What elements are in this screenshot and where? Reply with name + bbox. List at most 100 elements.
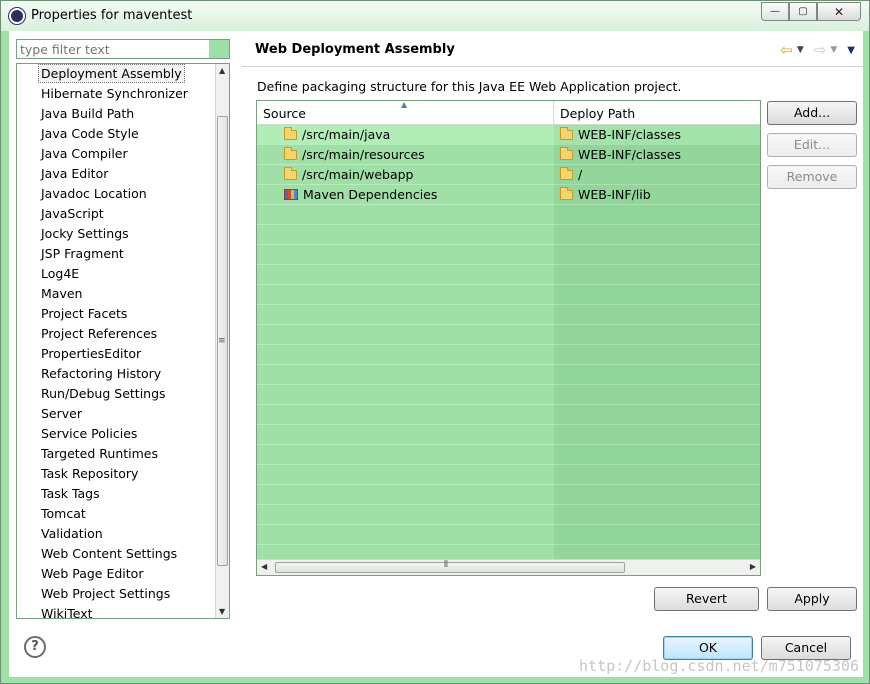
column-header-deploy-path[interactable]: Deploy Path	[554, 101, 760, 124]
folder-icon	[560, 127, 573, 140]
tree-item[interactable]: Java Code Style	[17, 124, 216, 144]
tree-item[interactable]: Run/Debug Settings	[17, 384, 216, 404]
sort-ascending-icon: ▲	[401, 100, 408, 109]
title-bar[interactable]: Properties for maventest — ▢ ✕	[1, 1, 869, 31]
remove-button[interactable]: Remove	[767, 165, 857, 189]
empty-table-row	[257, 285, 760, 305]
tree-item[interactable]: Maven	[17, 284, 216, 304]
scroll-down-arrow-icon[interactable]: ▼	[219, 607, 225, 616]
table-row[interactable]: /src/main/webapp /	[257, 165, 760, 185]
table-row[interactable]: Maven Dependencies WEB-INF/lib	[257, 185, 760, 205]
minimize-button[interactable]: —	[761, 2, 789, 21]
folder-icon	[284, 127, 297, 140]
assembly-table: Source ▲ Deploy Path /src/main/java WEB-I…	[256, 100, 761, 576]
deploy-path-cell	[554, 445, 760, 465]
source-cell	[257, 505, 554, 525]
filter-field[interactable]	[16, 39, 230, 59]
edit-button[interactable]: Edit...	[767, 133, 857, 157]
source-cell: /src/main/webapp	[257, 165, 554, 185]
tree-item[interactable]: Targeted Runtimes	[17, 444, 216, 464]
tree-item-label: Run/Debug Settings	[41, 386, 166, 401]
source-cell	[257, 485, 554, 505]
tree-item[interactable]: Service Policies	[17, 424, 216, 444]
source-cell	[257, 345, 554, 365]
tree-item-label: Service Policies	[41, 426, 138, 441]
tree-item[interactable]: Java Editor	[17, 164, 216, 184]
watermark: http://blog.csdn.net/m751075306	[579, 657, 859, 675]
folder-icon	[284, 147, 297, 160]
page-header: Web Deployment Assembly ⇦ ▼ ⇨ ▼ ▼	[242, 31, 863, 67]
tree-item[interactable]: Javadoc Location	[17, 184, 216, 204]
help-icon[interactable]: ?	[24, 636, 46, 658]
source-text: /src/main/webapp	[302, 167, 414, 182]
tree-item[interactable]: Task Tags	[17, 484, 216, 504]
tree-item-label: Web Page Editor	[41, 566, 144, 581]
empty-table-row	[257, 225, 760, 245]
tree-item[interactable]: Server	[17, 404, 216, 424]
scroll-grip-icon: ≡	[218, 336, 226, 346]
table-row[interactable]: /src/main/resources WEB-INF/classes	[257, 145, 760, 165]
table-scroll-thumb[interactable]	[275, 562, 625, 573]
tree-item[interactable]: Deployment Assembly	[17, 64, 216, 84]
tree-item[interactable]: Log4E	[17, 264, 216, 284]
tree-item[interactable]: Web Project Settings	[17, 584, 216, 604]
close-button[interactable]: ✕	[817, 2, 861, 21]
tree-item-label: JavaScript	[41, 206, 104, 221]
folder-icon	[560, 187, 573, 200]
view-menu-icon[interactable]: ▼	[847, 45, 855, 56]
forward-arrow-icon[interactable]: ⇨	[814, 41, 827, 59]
back-dropdown-icon[interactable]: ▼	[797, 45, 804, 55]
tree-item[interactable]: Refactoring History	[17, 364, 216, 384]
tree-item[interactable]: Task Repository	[17, 464, 216, 484]
tree-item[interactable]: Project Facets	[17, 304, 216, 324]
source-cell	[257, 305, 554, 325]
scroll-up-arrow-icon[interactable]: ▲	[219, 66, 225, 75]
tree-item-label: JSP Fragment	[41, 246, 124, 261]
maximize-button[interactable]: ▢	[789, 2, 817, 21]
source-cell	[257, 465, 554, 485]
source-cell	[257, 205, 554, 225]
tree-item[interactable]: PropertiesEditor	[17, 344, 216, 364]
property-page-tree: Deployment Assembly Hibernate Synchronize…	[16, 63, 230, 619]
forward-dropdown-icon[interactable]: ▼	[830, 45, 837, 55]
tree-item[interactable]: Java Build Path	[17, 104, 216, 124]
tree-item[interactable]: JSP Fragment	[17, 244, 216, 264]
tree-item[interactable]: Web Content Settings	[17, 544, 216, 564]
deploy-path-text: WEB-INF/classes	[578, 147, 682, 162]
tree-item[interactable]: Java Compiler	[17, 144, 216, 164]
table-row[interactable]: /src/main/java WEB-INF/classes	[257, 125, 760, 145]
deploy-path-cell	[554, 505, 760, 525]
tree-item[interactable]: Hibernate Synchronizer	[17, 84, 216, 104]
filter-input[interactable]	[17, 40, 207, 58]
tree-item-label: Web Project Settings	[41, 586, 171, 601]
scroll-right-arrow-icon[interactable]: ▶	[750, 562, 756, 571]
column-header-source[interactable]: Source ▲	[257, 101, 554, 124]
source-cell	[257, 325, 554, 345]
deploy-path-text: WEB-INF/classes	[578, 127, 682, 142]
scroll-left-arrow-icon[interactable]: ◀	[261, 562, 267, 571]
tree-item[interactable]: Tomcat	[17, 504, 216, 524]
tree-item[interactable]: Validation	[17, 524, 216, 544]
tree-item[interactable]: Jocky Settings	[17, 224, 216, 244]
source-cell: Maven Dependencies	[257, 185, 554, 205]
deploy-path-text: WEB-INF/lib	[578, 187, 651, 202]
page-navigation: ⇦ ▼ ⇨ ▼ ▼	[780, 41, 855, 59]
source-cell	[257, 285, 554, 305]
tree-item-label: Maven	[41, 286, 83, 301]
add-button[interactable]: Add...	[767, 101, 857, 125]
apply-button[interactable]: Apply	[767, 587, 857, 611]
empty-table-row	[257, 305, 760, 325]
tree-item[interactable]: JavaScript	[17, 204, 216, 224]
dialog-body: Deployment Assembly Hibernate Synchronize…	[9, 31, 863, 677]
tree-item[interactable]: Project References	[17, 324, 216, 344]
tree-item[interactable]: WikiText	[17, 604, 216, 618]
tree-item-label: Java Code Style	[41, 126, 139, 141]
tree-scrollbar[interactable]: ▲ ≡ ▼	[215, 64, 229, 618]
deploy-path-cell	[554, 245, 760, 265]
back-arrow-icon[interactable]: ⇦	[780, 41, 793, 59]
filter-clear-button[interactable]	[209, 40, 229, 58]
tree-item[interactable]: Web Page Editor	[17, 564, 216, 584]
revert-button[interactable]: Revert	[654, 587, 759, 611]
tree-item-label: Java Editor	[41, 166, 109, 181]
table-horizontal-scrollbar[interactable]: ◀ ⦀ ▶	[257, 559, 760, 575]
